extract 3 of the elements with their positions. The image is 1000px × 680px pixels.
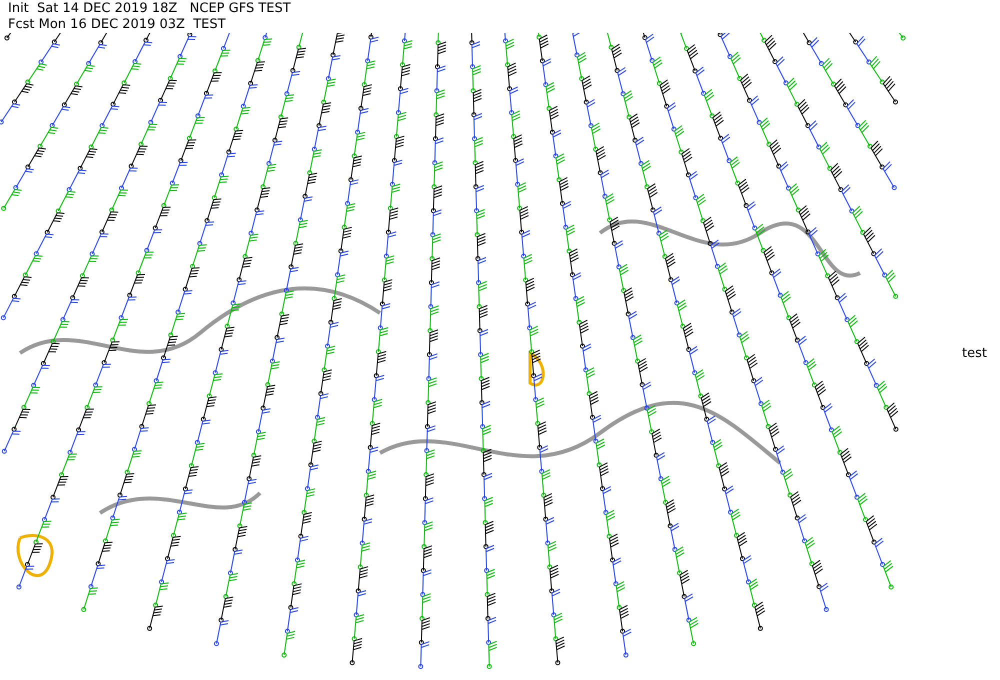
init-time-text: Init Sat 14 DEC 2019 18Z NCEP GFS TEST bbox=[8, 1, 291, 17]
forecast-time-text: Fcst Mon 16 DEC 2019 03Z TEST bbox=[8, 17, 226, 33]
side-label: test bbox=[962, 346, 987, 360]
